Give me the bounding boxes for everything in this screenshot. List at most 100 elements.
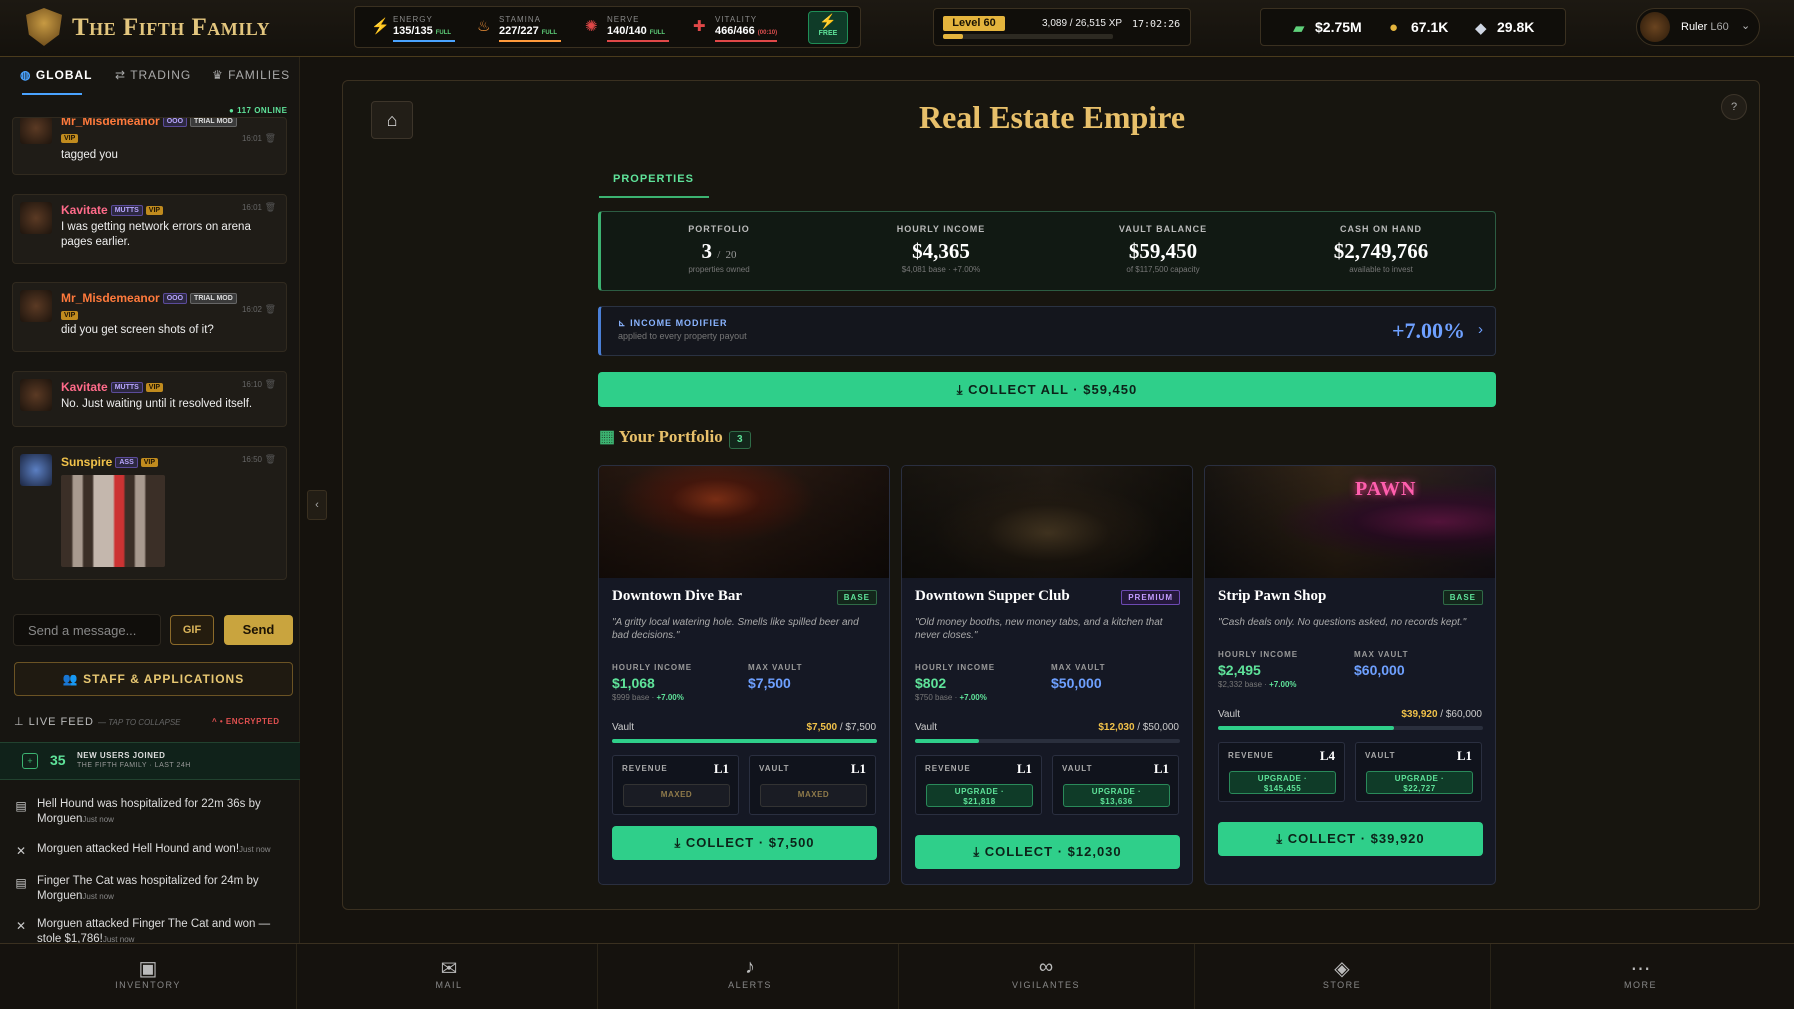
briefcase-icon: ▣ [138,958,158,980]
nav-mail[interactable]: ✉ MAIL [301,944,598,1009]
trash-icon[interactable]: 🗑 [265,379,276,390]
heart-icon: ✚ [693,18,706,35]
nav-store[interactable]: ◈ STORE [1194,944,1491,1009]
property-description: "A gritty local watering hole. Smells li… [612,617,859,641]
trash-icon[interactable]: 🗑 [265,133,276,144]
trash-icon[interactable]: 🗑 [265,202,276,213]
tab-global[interactable]: ◍ GLOBAL [20,68,93,82]
property-image[interactable] [599,466,889,578]
property-tier-badge: BASE [836,590,877,605]
level-panel[interactable]: Level 60 3,089 / 26,515 XP 17:02:26 [933,8,1191,46]
feed-item: ✕ Morguen attacked Finger The Cat and wo… [15,918,271,943]
chat-message[interactable]: Sunspire ASS VIP 16:50 🗑 [12,446,287,580]
collapse-sidebar-button[interactable]: ‹ [307,490,327,520]
cash-value[interactable]: $2.75M [1315,19,1362,35]
message-author[interactable]: Mr_Misdemeanor OOO TRIAL MOD [61,118,237,128]
hourly-label: HOURLY INCOME [915,663,996,672]
avatar [1640,12,1670,42]
vault-upgrade-button[interactable]: UPGRADE · $13,636 [1063,784,1170,807]
revenue-maxed-button[interactable]: MAXED [623,784,730,807]
message-text: I was getting network errors on arena pa… [61,221,251,248]
new-users-count: 35 [50,752,66,768]
nerve-bar [607,40,669,42]
chat-message[interactable]: Mr_Misdemeanor OOO TRIAL MOD VIP 16:01 🗑 t… [12,117,287,175]
vault-label: Vault [612,722,635,733]
message-author[interactable]: Kavitate MUTTS VIP [61,380,164,394]
live-feed-header[interactable]: ⊥ LIVE FEED — TAP TO COLLAPSE [14,715,181,728]
stamina-bar [499,40,561,42]
revenue-upgrade-button[interactable]: UPGRADE · $21,818 [926,784,1033,807]
chat-message[interactable]: Kavitate MUTTS VIP 16:10 🗑 No. Just waitin… [12,371,287,427]
family-crest-logo[interactable] [26,8,62,46]
staff-applications-button[interactable]: 👥 STAFF & APPLICATIONS [14,662,293,696]
revenue-upgrade: REVENUE L1 MAXED [612,755,739,815]
mask-icon: ∞ [1038,956,1054,978]
vault-maxed-button[interactable]: MAXED [760,784,867,807]
avatar [20,290,52,322]
trash-icon[interactable]: 🗑 [265,454,276,465]
vault-amount: $39,920 / $60,000 [1401,709,1482,720]
chat-message[interactable]: Mr_Misdemeanor OOO TRIAL MOD VIP 16:02 🗑 d… [12,282,287,352]
trade-icon: ⇄ [115,68,127,82]
xp-progress-bar [943,34,1113,39]
gif-button[interactable]: GIF [170,615,214,645]
income-modifier[interactable]: ⊾ INCOME MODIFIER applied to every prope… [598,306,1496,356]
max-vault-label: MAX VAULT [1051,663,1106,672]
collect-button[interactable]: ⤓ COLLECT · $12,030 [915,835,1180,869]
tab-trading[interactable]: ⇄ TRADING [115,68,191,82]
max-vault: $7,500 [748,675,791,691]
vault-label: Vault [1218,709,1241,720]
swords-icon: ✕ [15,844,27,858]
tab-properties[interactable]: PROPERTIES [613,173,694,185]
property-name: Strip Pawn Shop [1218,588,1327,604]
property-image[interactable]: PAWN [1205,466,1495,578]
vital-stats: ⚡ ENERGY 135/135 FULL ♨ STAMINA 227/227 FU… [354,6,861,48]
nav-more[interactable]: ⋯ MORE [1492,944,1789,1009]
bottom-nav: ▣ INVENTORY ✉ MAIL ♪ ALERTS ∞ VIGILANTES ◈ ST… [0,943,1794,1009]
brain-icon: ✺ [585,18,598,35]
top-bar: The Fifth Family ⚡ ENERGY 135/135 FULL ♨ … [0,0,1794,57]
chat-sidebar: ◍ GLOBAL ⇄ TRADING ♛ FAMILIES ● 117 ONLI… [0,57,300,943]
send-button[interactable]: Send [224,615,293,645]
property-card: Downtown Dive Bar BASE "A gritty local w… [598,465,890,885]
chevron-up-icon: ^ [212,717,218,726]
feed-item: ▤ Finger The Cat was hospitalized for 24… [15,875,259,902]
message-author[interactable]: Sunspire ASS VIP [61,455,159,469]
nav-inventory[interactable]: ▣ INVENTORY [0,944,297,1009]
collect-all-button[interactable]: ⤓ COLLECT ALL · $59,450 [598,372,1496,407]
nav-alerts[interactable]: ♪ ALERTS [602,944,899,1009]
hourly-label: HOURLY INCOME [612,663,693,672]
cash-icon: ▰ [1293,20,1305,37]
trash-icon[interactable]: 🗑 [265,304,276,315]
tab-families[interactable]: ♛ FAMILIES [212,68,290,82]
message-author[interactable]: Mr_Misdemeanor OOO TRIAL MOD [61,291,237,305]
collect-button[interactable]: ⤓ COLLECT · $7,500 [612,826,877,860]
page-title: Real Estate Empire [918,99,1186,135]
free-refill-button[interactable]: ⚡ FREE [808,11,848,44]
pawn-sign: PAWN [1355,478,1417,500]
diamond-value[interactable]: 29.8K [1497,19,1534,35]
hourly-breakdown: $999 base · +7.00% [612,693,684,702]
property-image[interactable] [902,466,1192,578]
feed-item: ✕ Morguen attacked Hell Hound and won!Ju… [15,843,271,858]
revenue-upgrade-button[interactable]: UPGRADE · $145,455 [1229,771,1336,794]
chat-message[interactable]: Kavitate MUTTS VIP 16:01 🗑 I was getting n… [12,194,287,264]
chat-image[interactable] [61,475,165,567]
message-time: 16:02 [241,305,262,314]
property-description: "Cash deals only. No questions asked, no… [1218,617,1467,628]
swords-icon: ✕ [15,919,27,933]
nav-vigilantes[interactable]: ∞ VIGILANTES [898,944,1195,1009]
collect-button[interactable]: ⤓ COLLECT · $39,920 [1218,822,1483,856]
brand-title[interactable]: The Fifth Family [72,14,270,42]
coin-value[interactable]: 67.1K [1411,19,1448,35]
vault-progress-bar [612,739,877,743]
max-vault-label: MAX VAULT [1354,650,1409,659]
vault-upgrade-button[interactable]: UPGRADE · $22,727 [1366,771,1473,794]
user-menu[interactable]: Ruler L60 ⌄ [1636,8,1760,46]
download-icon: ⤓ [674,835,682,850]
avatar [20,379,52,411]
vitality-bar [715,40,777,42]
message-author[interactable]: Kavitate MUTTS VIP [61,203,164,217]
chat-message-input[interactable] [13,614,161,646]
chat-tabs: ◍ GLOBAL ⇄ TRADING ♛ FAMILIES [10,62,300,95]
